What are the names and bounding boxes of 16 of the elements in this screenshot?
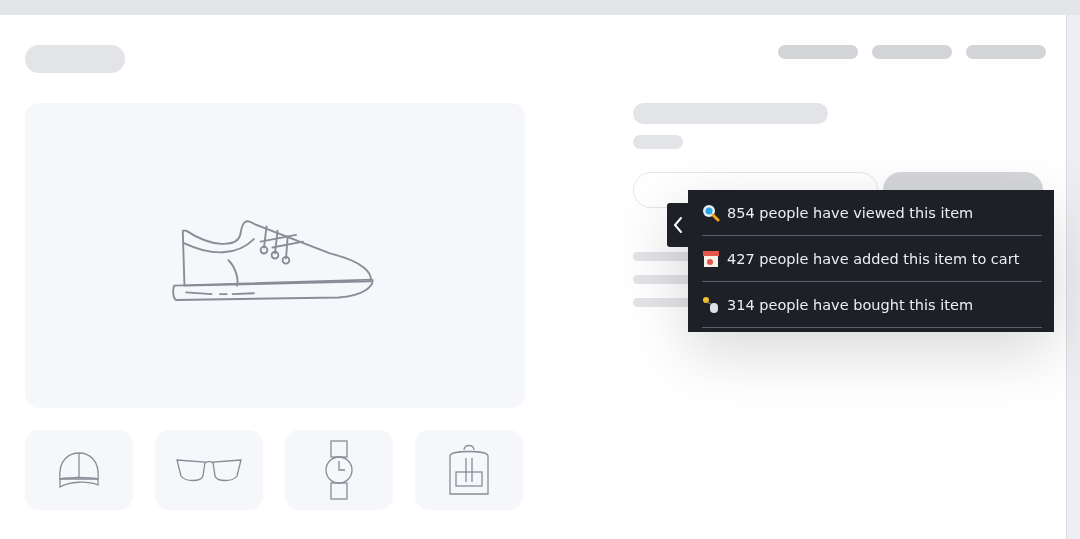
mouse-icon <box>702 295 720 314</box>
cap-icon <box>56 449 102 491</box>
magnifier-icon <box>702 203 720 222</box>
activity-text: 854 people have viewed this item <box>727 204 974 221</box>
shop-icon <box>702 249 720 268</box>
glasses-icon <box>175 456 243 484</box>
thumbnail[interactable] <box>25 430 133 510</box>
activity-text: 314 people have bought this item <box>727 296 973 313</box>
thumbnail[interactable] <box>415 430 523 510</box>
placeholder-bar <box>633 135 683 149</box>
chevron-left-icon <box>672 216 683 234</box>
thumbnail[interactable] <box>155 430 263 510</box>
watch-icon <box>322 439 356 501</box>
collapse-tab[interactable] <box>667 203 688 247</box>
thumbnail[interactable] <box>285 430 393 510</box>
activity-text: 427 people have added this item to cart <box>727 250 1020 267</box>
